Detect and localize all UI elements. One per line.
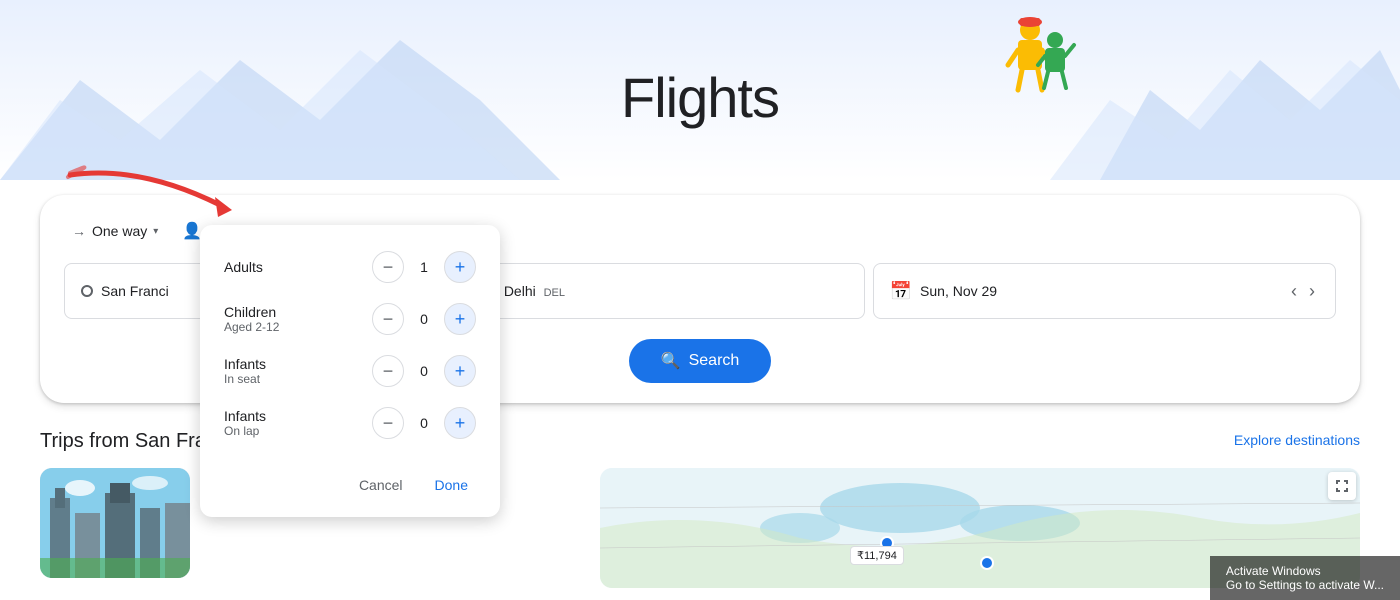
infants-seat-counter: − 0 + — [372, 355, 476, 387]
done-button[interactable]: Done — [427, 469, 476, 501]
infants-lap-sublabel: On lap — [224, 424, 372, 438]
infants-seat-value: 0 — [416, 363, 432, 379]
children-label: Children Aged 2-12 — [224, 304, 372, 334]
infants-seat-plus-button[interactable]: + — [444, 355, 476, 387]
children-plus-button[interactable]: + — [444, 303, 476, 335]
infants-lap-value: 0 — [416, 415, 432, 431]
expand-map-button[interactable] — [1328, 472, 1356, 500]
children-counter: − 0 + — [372, 303, 476, 335]
cancel-button[interactable]: Cancel — [351, 469, 411, 501]
date-navigation: ‹ › — [1287, 277, 1319, 306]
adults-row: Adults − 1 + — [224, 241, 476, 293]
infants-seat-minus-button[interactable]: − — [372, 355, 404, 387]
search-icon: 🔍 — [661, 351, 681, 371]
map-price-label: ₹11,794 — [850, 546, 904, 565]
children-title: Children — [224, 304, 372, 320]
origin-circle-icon — [81, 285, 93, 297]
infants-lap-plus-button[interactable]: + — [444, 407, 476, 439]
adults-minus-button[interactable]: − — [372, 251, 404, 283]
destination-value: w Delhi DEL — [490, 283, 565, 299]
origin-value: San Franci — [101, 283, 169, 299]
destination-code: DEL — [544, 287, 565, 299]
trip-card[interactable] — [40, 468, 190, 578]
activate-windows-line1: Activate Windows — [1226, 564, 1384, 578]
trip-type-label: One way — [92, 223, 147, 239]
activate-windows-line2: Go to Settings to activate W... — [1226, 578, 1384, 592]
trip-type-button[interactable]: → One way ▾ — [64, 217, 166, 245]
passengers-dropdown: Adults − 1 + Children Aged 2-12 − 0 + In… — [200, 225, 500, 517]
activate-windows-banner: Activate Windows Go to Settings to activ… — [1210, 556, 1400, 600]
search-button[interactable]: 🔍 Search — [629, 339, 772, 383]
infants-seat-title: Infants — [224, 356, 372, 372]
children-value: 0 — [416, 311, 432, 327]
adults-plus-button[interactable]: + — [444, 251, 476, 283]
adults-value: 1 — [416, 259, 432, 275]
date-prev-button[interactable]: ‹ — [1287, 277, 1301, 306]
date-value: Sun, Nov 29 — [920, 283, 997, 299]
page-title: Flights — [621, 65, 779, 130]
children-minus-button[interactable]: − — [372, 303, 404, 335]
character-illustration — [1000, 10, 1080, 100]
search-button-label: Search — [689, 352, 740, 370]
destination-field[interactable]: w Delhi DEL — [473, 263, 865, 319]
adults-title: Adults — [224, 259, 372, 275]
trips-section-title: Trips from San Fra — [40, 430, 206, 453]
children-row: Children Aged 2-12 − 0 + — [224, 293, 476, 345]
explore-destinations-link[interactable]: Explore destinations — [1234, 432, 1360, 448]
infants-seat-row: Infants In seat − 0 + — [224, 345, 476, 397]
trip-type-chevron-icon: ▾ — [153, 226, 158, 237]
trip-type-arrow-icon: → — [72, 223, 86, 239]
adults-label: Adults — [224, 259, 372, 275]
children-sublabel: Aged 2-12 — [224, 320, 372, 334]
calendar-icon: 📅 — [890, 281, 912, 302]
infants-seat-sublabel: In seat — [224, 372, 372, 386]
dropdown-actions: Cancel Done — [224, 461, 476, 501]
infants-lap-label: Infants On lap — [224, 408, 372, 438]
adults-counter: − 1 + — [372, 251, 476, 283]
infants-seat-label: Infants In seat — [224, 356, 372, 386]
map-dot-2 — [980, 556, 994, 570]
date-field[interactable]: 📅 Sun, Nov 29 ‹ › — [873, 263, 1336, 319]
expand-icon — [1334, 478, 1350, 494]
infants-lap-row: Infants On lap − 0 + — [224, 397, 476, 449]
infants-lap-minus-button[interactable]: − — [372, 407, 404, 439]
date-next-button[interactable]: › — [1305, 277, 1319, 306]
infants-lap-counter: − 0 + — [372, 407, 476, 439]
infants-lap-title: Infants — [224, 408, 372, 424]
